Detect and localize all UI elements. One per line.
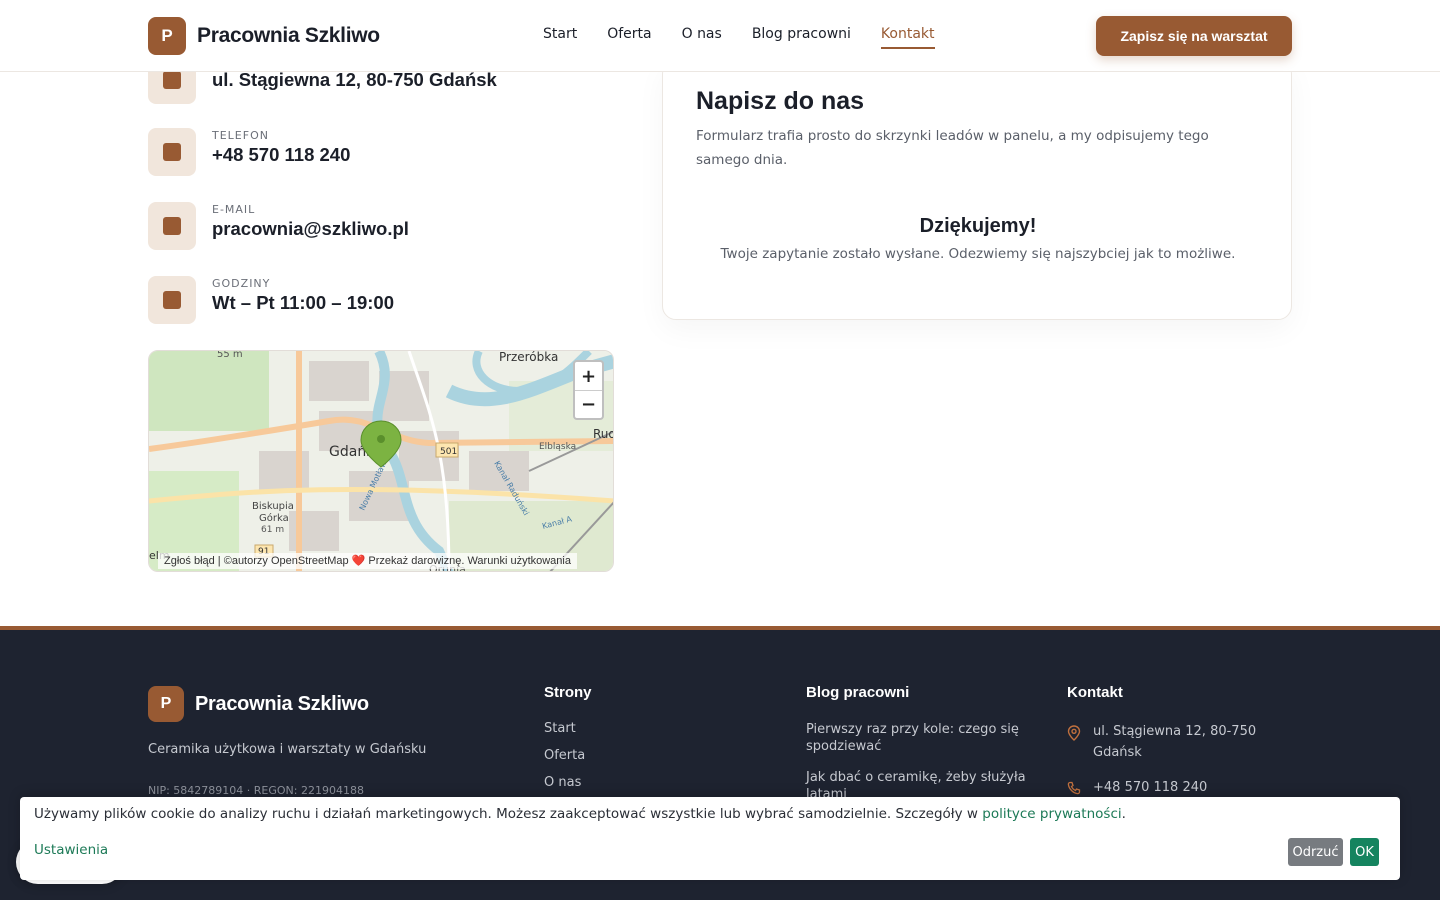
footer-company-ids: NIP: 5842789104 · REGON: 221904188	[148, 784, 364, 797]
map-label-elblaska: Elbląska	[539, 442, 576, 452]
map-label-biskupia: Biskupia	[252, 501, 294, 512]
thanks-title: Dziękujemy!	[919, 215, 1037, 237]
footer-logo-mark: P	[148, 686, 184, 722]
email-label: E-MAIL	[212, 203, 256, 216]
footer-brand-name: Pracownia Szkliwo	[195, 692, 369, 715]
brand-name: Pracownia Szkliwo	[197, 24, 380, 47]
footer-phone[interactable]: +48 570 118 240	[1093, 777, 1263, 798]
form-title: Napisz do nas	[696, 87, 865, 115]
site-header: P Pracownia Szkliwo Start Oferta O nas B…	[0, 0, 1440, 72]
phone-label: TELEFON	[212, 129, 269, 142]
contact-email: E-MAIL pracownia@szkliwo.pl	[148, 202, 409, 250]
footer-link-start[interactable]: Start	[544, 721, 592, 736]
nav-start[interactable]: Start	[543, 26, 577, 49]
email-value[interactable]: pracownia@szkliwo.pl	[212, 218, 409, 240]
thanks-message: Twoje zapytanie zostało wysłane. Odezwie…	[720, 246, 1236, 262]
map-label-gorka: Górka	[259, 512, 289, 524]
contact-hours: GODZINY Wt – Pt 11:00 – 19:00	[148, 276, 394, 324]
footer-address: ul. Stągiewna 12, 80-750 Gdańsk	[1093, 724, 1257, 760]
cookie-accept-button[interactable]: OK	[1350, 838, 1379, 866]
map-label-przerobka: Przeróbka	[499, 351, 558, 364]
hours-value: Wt – Pt 11:00 – 19:00	[212, 292, 395, 313]
logo-mark: P	[148, 17, 186, 55]
cookie-banner: Używamy plików cookie do analizy ruchu i…	[20, 797, 1400, 880]
cookie-reject-button[interactable]: Odrzuć	[1288, 838, 1343, 866]
footer-logo[interactable]: P Pracownia Szkliwo	[148, 686, 369, 722]
footer-tagline: Ceramika użytkowa i warsztaty w Gdańsku	[148, 742, 427, 757]
cookie-settings-link[interactable]: Ustawienia	[34, 842, 108, 858]
email-icon	[148, 202, 196, 250]
form-description: Formularz trafia prosto do skrzynki lead…	[696, 128, 1209, 168]
footer-link-o-nas[interactable]: O nas	[544, 775, 592, 790]
privacy-policy-link[interactable]: polityce prywatności	[982, 806, 1121, 822]
nav-oferta[interactable]: Oferta	[607, 26, 651, 49]
contact-form-card: Napisz do nas Formularz trafia prosto do…	[662, 60, 1292, 320]
map-label-route501: 501	[440, 447, 457, 457]
phone-value[interactable]: +48 570 118 240	[212, 144, 350, 166]
contact-phone: TELEFON +48 570 118 240	[148, 128, 350, 176]
brand-logo[interactable]: P Pracownia Szkliwo	[148, 17, 380, 55]
zoom-in-button[interactable]: +	[575, 362, 602, 390]
map-attribution[interactable]: Zgłoś błąd | ©autorzy OpenStreetMap ❤️ P…	[158, 553, 577, 569]
signup-workshop-button[interactable]: Zapisz się na warsztat	[1096, 16, 1292, 56]
footer-pages: Strony Start Oferta O nas	[544, 684, 592, 802]
map-label-rud: Rud	[593, 427, 614, 441]
cookie-message: Używamy plików cookie do analizy ruchu i…	[34, 806, 1126, 822]
footer-blog-post[interactable]: Pierwszy raz przy kole: czego się spodzi…	[806, 721, 1031, 755]
phone-icon	[1067, 781, 1081, 795]
footer-pages-title: Strony	[544, 684, 592, 701]
map-label-height61: 61 m	[261, 525, 284, 535]
phone-icon	[148, 128, 196, 176]
clock-icon	[148, 276, 196, 324]
map-tiles: 55 m Przeróbka Gdańsk Elbląska Rud 501 9…	[149, 351, 614, 571]
nav-kontakt[interactable]: Kontakt	[880, 26, 935, 49]
map-zoom-control: + −	[573, 360, 604, 420]
map-label-height55: 55 m	[217, 351, 243, 360]
nav-blog[interactable]: Blog pracowni	[752, 26, 851, 49]
footer-link-oferta[interactable]: Oferta	[544, 748, 592, 763]
main-nav: Start Oferta O nas Blog pracowni Kontakt	[543, 26, 965, 49]
footer-contact-title: Kontakt	[1067, 684, 1123, 701]
footer-blog-title: Blog pracowni	[806, 684, 910, 701]
hours-label: GODZINY	[212, 277, 271, 290]
address-value: ul. Stągiewna 12, 80-750 Gdańsk	[212, 69, 497, 90]
location-map[interactable]: 55 m Przeróbka Gdańsk Elbląska Rud 501 9…	[148, 350, 614, 572]
location-pin-icon	[1067, 725, 1081, 741]
zoom-out-button[interactable]: −	[575, 390, 602, 418]
nav-o-nas[interactable]: O nas	[682, 26, 722, 49]
footer-contact: Kontakt ul. Stągiewna 12, 80-750 Gdańsk …	[1067, 684, 1263, 812]
